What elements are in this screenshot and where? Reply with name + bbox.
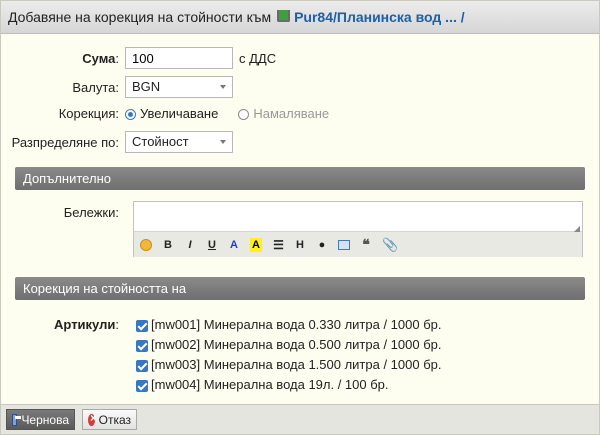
currency-row: Валута: BGN <box>1 76 233 98</box>
bold-icon[interactable]: B <box>162 238 174 252</box>
radio-increase-label: Увеличаване <box>140 106 219 121</box>
align-icon[interactable]: ☰ <box>272 238 284 252</box>
dialog-footer: Чернова Отказ <box>1 404 599 434</box>
list-item[interactable]: [mw003] Минерална вода 1.500 литра / 100… <box>136 357 442 377</box>
notes-textarea[interactable] <box>134 202 582 232</box>
currency-select[interactable]: BGN <box>125 76 233 98</box>
notes-label: Бележки: <box>63 205 119 220</box>
text-color-icon[interactable]: A <box>228 238 240 252</box>
cancel-icon <box>88 411 97 426</box>
emoji-icon[interactable] <box>140 238 152 251</box>
chevron-down-icon <box>220 85 226 89</box>
dialog-titlebar: Добавяне на корекция на стойности към Pu… <box>1 1 599 34</box>
italic-icon[interactable]: I <box>184 238 196 252</box>
items-label: Артикули <box>54 317 116 332</box>
item-text: [mw004] Минерална вода 19л. / 100 бр. <box>151 377 389 392</box>
item-text: [mw001] Минерална вода 0.330 литра / 100… <box>151 317 442 332</box>
item-text: [mw003] Минерална вода 1.500 литра / 100… <box>151 357 442 372</box>
amount-row: Сума: с ДДС <box>1 47 276 69</box>
notes-row: Бележки: <box>1 205 125 220</box>
quote-icon[interactable]: ❝ <box>360 236 372 252</box>
distribution-select[interactable]: Стойност <box>125 131 233 153</box>
save-icon <box>12 413 22 426</box>
list-item[interactable]: [mw002] Минерална вода 0.500 литра / 100… <box>136 337 442 357</box>
radio-increase[interactable]: Увеличаване <box>125 106 218 121</box>
highlight-icon[interactable]: A <box>250 237 262 252</box>
radio-on-icon <box>125 109 136 121</box>
distribution-value: Стойност <box>132 134 189 149</box>
radio-off-icon <box>238 109 250 121</box>
section-correction-of-value: Корекция на стойността на <box>15 277 585 300</box>
editor-toolbar: B I U A A ☰ H ● ❝ 📎 <box>134 232 582 257</box>
table-icon[interactable] <box>338 239 350 250</box>
distribution-label: Разпределяне по: <box>11 134 119 150</box>
dialog: Добавяне на корекция на стойности към Pu… <box>0 0 600 435</box>
amount-label: Сума <box>82 50 116 66</box>
checkbox-checked-icon[interactable] <box>136 319 148 332</box>
correction-row: Корекция: Увеличаване Намаляване <box>1 106 329 121</box>
items-list: [mw001] Минерална вода 0.330 литра / 100… <box>136 317 442 397</box>
checkbox-checked-icon[interactable] <box>136 339 148 352</box>
correction-label: Корекция: <box>58 106 119 121</box>
distribution-row: Разпределяне по: Стойност <box>1 131 233 153</box>
draft-button-label: Чернова <box>21 412 69 427</box>
item-text: [mw002] Минерална вода 0.500 литра / 100… <box>151 337 442 352</box>
cancel-button-label: Отказ <box>98 412 131 427</box>
underline-icon[interactable]: U <box>206 238 218 252</box>
resize-grip-icon[interactable]: ◢ <box>574 224 580 233</box>
checkbox-checked-icon[interactable] <box>136 359 148 372</box>
radio-decrease-label: Намаляване <box>253 106 330 121</box>
dialog-title: Добавяне на корекция на стойности към <box>8 9 272 25</box>
list-item[interactable]: [mw004] Минерална вода 19л. / 100 бр. <box>136 377 442 397</box>
checkbox-checked-icon[interactable] <box>136 379 148 392</box>
attachment-icon[interactable]: 📎 <box>382 237 398 252</box>
currency-value: BGN <box>132 79 161 94</box>
draft-button[interactable]: Чернова <box>6 409 75 430</box>
heading-icon[interactable]: H <box>294 238 306 252</box>
amount-input[interactable] <box>125 47 233 69</box>
dialog-title-link[interactable]: Pur84/Планинска вод ... / <box>294 9 465 25</box>
chevron-down-icon <box>220 140 226 144</box>
section-additional: Допълнително <box>15 167 585 190</box>
radio-decrease[interactable]: Намаляване <box>238 106 329 121</box>
cancel-button[interactable]: Отказ <box>82 409 137 430</box>
list-item[interactable]: [mw001] Минерална вода 0.330 литра / 100… <box>136 317 442 337</box>
currency-label: Валута: <box>72 79 119 95</box>
items-label-row: Артикули: <box>54 317 119 332</box>
cart-icon <box>277 10 291 22</box>
amount-suffix: с ДДС <box>239 50 277 66</box>
notes-editor: ◢ B I U A A ☰ H ● ❝ 📎 <box>133 201 583 257</box>
bullet-icon[interactable]: ● <box>316 238 328 252</box>
